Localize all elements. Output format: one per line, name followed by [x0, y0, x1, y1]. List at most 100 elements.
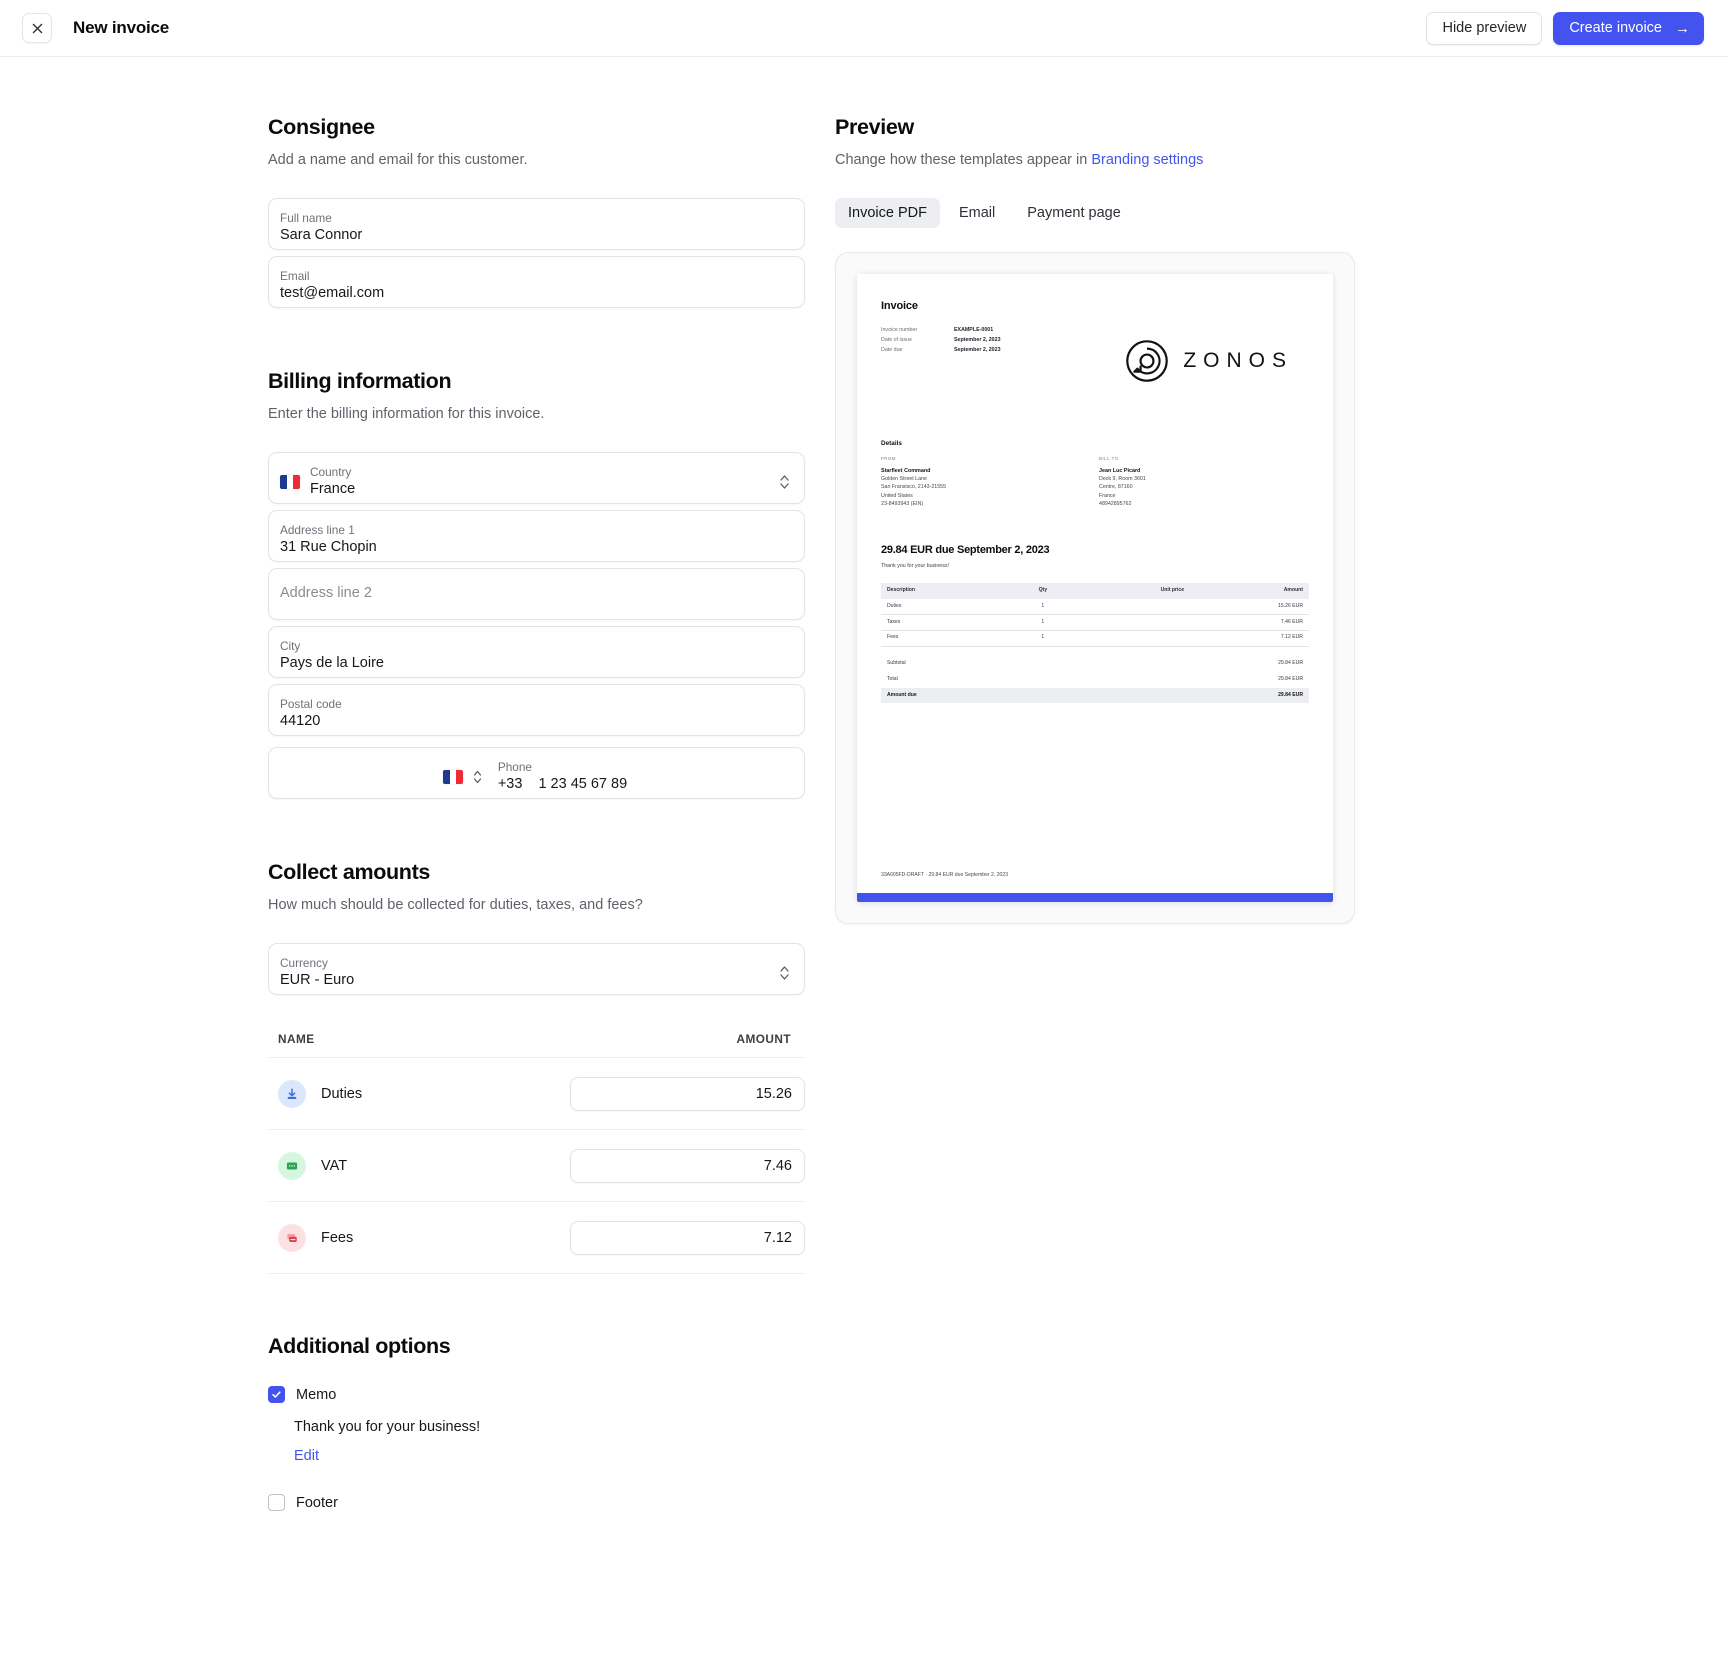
city-label: City [280, 638, 301, 653]
tab-payment-page[interactable]: Payment page [1014, 198, 1134, 228]
email-field[interactable]: Email test@email.com [268, 256, 805, 309]
table-row: Duties 15.26 [268, 1058, 805, 1131]
doc-from-line: Golden Street Lane [881, 476, 927, 483]
footer-label: Footer [296, 1494, 338, 1511]
doc-summary-value: 29.84 EUR [1095, 687, 1309, 704]
table-row: Fees 7.12 [268, 1202, 805, 1275]
memo-edit-link[interactable]: Edit [294, 1448, 805, 1464]
doc-parties: FROM Starfleet Command Golden Street Lan… [881, 456, 1309, 508]
brand-name: ZONOS [1183, 348, 1293, 372]
doc-td-unit-price [1075, 614, 1191, 631]
doc-td-unit-price [1075, 630, 1191, 647]
preview-tabs: Invoice PDF Email Payment page [835, 198, 1728, 229]
doc-meta-key: Date due [881, 346, 903, 353]
doc-td-description: Fees [881, 630, 1010, 647]
close-button[interactable] [22, 13, 52, 43]
doc-details-title: Details [881, 440, 902, 448]
currency-select[interactable]: Currency EUR - Euro [268, 943, 805, 996]
country-label: Country [310, 464, 352, 479]
doc-from-line: 23-8493943 (EIN) [881, 500, 924, 507]
doc-from-name: Starfleet Command [881, 467, 931, 474]
doc-due-headline: 29.84 EUR due September 2, 2023 [881, 544, 1050, 556]
doc-footer-text: 33A605FD-DRAFT · 29.84 EUR due September… [881, 872, 1009, 879]
doc-line-items-table: Description Qty Unit price Amount Duties… [881, 583, 1309, 647]
postal-code-field[interactable]: Postal code 44120 [268, 684, 805, 737]
phone-country-chevron-icon[interactable] [473, 769, 482, 785]
doc-summary-table: Subtotal 29.84 EUR Total 29.84 EUR Amoun… [881, 654, 1309, 704]
doc-td-amount: 7.46 EUR [1190, 614, 1309, 631]
doc-billto-line: Centre, 87160 [1099, 484, 1133, 491]
consignee-title: Consignee [268, 115, 375, 139]
doc-billto-block: BILL TO Jean Luc Picard Deck 9, Room 360… [1095, 456, 1309, 508]
top-bar: New invoice Hide preview Create invoice … [0, 0, 1728, 57]
collect-amounts-section: Collect amounts How much should be colle… [268, 860, 805, 1275]
address-line-1-field[interactable]: Address line 1 31 Rue Chopin [268, 510, 805, 563]
doc-meta-value: EXAMPLE-0001 [954, 327, 994, 334]
doc-td-description: Taxes [881, 614, 1010, 631]
flag-france-icon [280, 475, 300, 490]
doc-th-description: Description [881, 583, 1010, 600]
amount-input-fees[interactable]: 7.12 [570, 1220, 805, 1255]
additional-options-title: Additional options [268, 1334, 451, 1359]
consignee-subtitle: Add a name and email for this customer. [268, 152, 528, 168]
doc-memo: Thank you for your business! [881, 563, 950, 570]
postal-code-value: 44120 [280, 713, 321, 730]
memo-option-row[interactable]: Memo [268, 1386, 805, 1404]
branding-settings-link[interactable]: Branding settings [1091, 152, 1203, 168]
doc-billto-line: France [1099, 492, 1116, 499]
currency-value: EUR - Euro [280, 972, 355, 989]
phone-dial-code: +33 [497, 776, 523, 793]
row-label-duties: Duties [321, 1085, 363, 1102]
zonos-logo-icon [1126, 340, 1169, 382]
city-field[interactable]: City Pays de la Loire [268, 626, 805, 679]
tab-invoice-pdf[interactable]: Invoice PDF [835, 198, 940, 229]
postal-code-label: Postal code [280, 696, 342, 711]
fees-stack-icon [278, 1223, 306, 1252]
preview-title: Preview [835, 115, 914, 139]
doc-summary-row: Total 29.84 EUR [881, 672, 1309, 688]
doc-table-row: Taxes 1 7.46 EUR [881, 614, 1309, 631]
footer-option-row[interactable]: Footer [268, 1494, 805, 1512]
doc-summary-label: Total [887, 675, 898, 682]
doc-from-eyebrow: FROM [881, 455, 896, 461]
billing-fields: Country France Address line 1 31 Rue Cho… [268, 452, 805, 800]
doc-summary-value: 29.84 EUR [1278, 659, 1303, 666]
billing-title: Billing information [268, 369, 452, 394]
doc-summary-label: Amount due [881, 687, 1095, 704]
doc-billto-line: Deck 9, Room 3601 [1099, 476, 1146, 483]
phone-field[interactable]: Phone +33 1 23 45 67 89 [268, 747, 805, 800]
create-invoice-button[interactable]: Create invoice → [1553, 11, 1704, 45]
doc-billto-name: Jean Luc Picard [1099, 467, 1141, 474]
hide-preview-button[interactable]: Hide preview [1426, 11, 1543, 45]
doc-td-unit-price [1075, 599, 1191, 616]
full-name-value: Sara Connor [280, 227, 363, 244]
full-name-field[interactable]: Full name Sara Connor [268, 198, 805, 251]
preview-subtitle: Change how these templates appear in Bra… [835, 150, 1728, 171]
amounts-table: NAME AMOUNT Duties 15.26 VAT 7.46 Fees 7… [268, 1032, 805, 1275]
country-value: France [310, 481, 356, 498]
doc-from-block: FROM Starfleet Command Golden Street Lan… [881, 456, 1095, 508]
doc-th-amount: Amount [1190, 583, 1309, 600]
doc-meta-key: Invoice number [881, 327, 918, 334]
additional-options-section: Additional options Memo Thank you for yo… [268, 1334, 805, 1512]
amount-input-duties[interactable]: 15.26 [570, 1076, 805, 1111]
arrow-right-icon: → [1675, 19, 1690, 37]
billing-section: Billing information Enter the billing in… [268, 369, 805, 800]
amounts-table-header: NAME AMOUNT [268, 1032, 805, 1059]
doc-summary-value: 29.84 EUR [1278, 675, 1303, 682]
memo-text: Thank you for your business! [294, 1419, 481, 1436]
doc-table-row: Fees 1 7.12 EUR [881, 630, 1309, 647]
footer-checkbox[interactable] [268, 1494, 285, 1512]
address-line-2-field[interactable]: Address line 2 [268, 568, 805, 621]
memo-checkbox[interactable] [268, 1386, 285, 1404]
preview-subtitle-text: Change how these templates appear in [835, 152, 1092, 168]
doc-td-description: Duties [881, 599, 1010, 616]
country-select[interactable]: Country France [268, 452, 805, 505]
doc-from-line: San Fransisco, 2143-21555 [881, 484, 947, 491]
column-header-name: NAME [278, 1032, 315, 1047]
doc-meta-key: Date of issue [881, 336, 912, 343]
tab-email[interactable]: Email [946, 198, 1008, 228]
doc-meta-row: Invoice number EXAMPLE-0001 [881, 326, 1001, 336]
doc-th-qty: Qty [1009, 583, 1076, 600]
amount-input-vat[interactable]: 7.46 [570, 1148, 805, 1183]
